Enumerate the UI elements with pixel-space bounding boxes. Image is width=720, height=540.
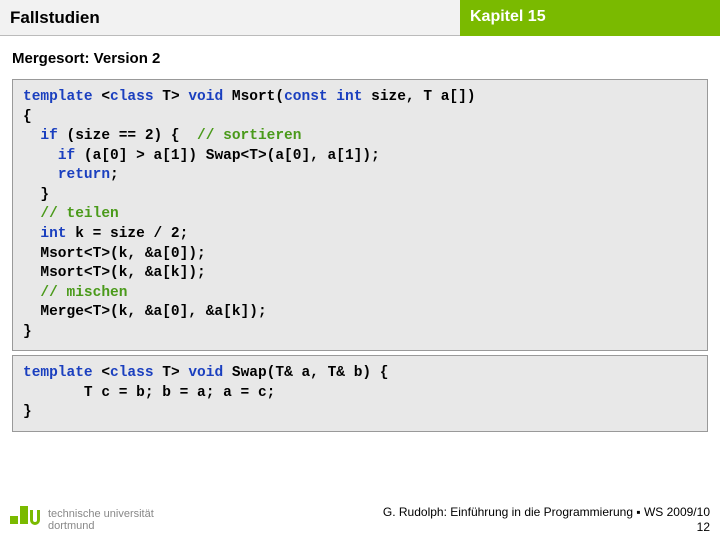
kw-if: if: [40, 128, 57, 144]
comment: // teilen: [40, 206, 118, 222]
code-text: [23, 226, 40, 242]
kw-if: if: [58, 148, 75, 164]
kw-class: class: [110, 365, 154, 381]
code-text: size, T a[]): [362, 89, 475, 105]
code-text: Merge<T>(k, &a[0], &a[k]);: [23, 304, 267, 320]
code-text: }: [23, 404, 32, 420]
page-number: 12: [383, 520, 710, 534]
uni-line1: technische universität: [48, 508, 154, 520]
kw-int: int: [40, 226, 66, 242]
subtitle: Mergesort: Version 2: [0, 36, 720, 75]
code-text: (size == 2) {: [58, 128, 197, 144]
code-text: Msort(: [223, 89, 284, 105]
code-text: k = size / 2;: [67, 226, 189, 242]
credit-line: G. Rudolph: Einführung in die Programmie…: [383, 505, 710, 519]
footer-right: G. Rudolph: Einführung in die Programmie…: [383, 505, 710, 534]
code-block-msort: template <class T> void Msort(const int …: [12, 79, 708, 351]
code-text: [23, 285, 40, 301]
code-text: (a[0] > a[1]) Swap<T>(a[0], a[1]);: [75, 148, 380, 164]
code-text: T c = b; b = a; a = c;: [23, 385, 275, 401]
code-text: [23, 206, 40, 222]
code-text: <: [93, 365, 110, 381]
code-text: <: [93, 89, 110, 105]
code-text: {: [23, 109, 32, 125]
code-text: }: [23, 324, 32, 340]
code-text: Swap(T& a, T& b) {: [223, 365, 388, 381]
kw-void: void: [188, 365, 223, 381]
code-text: [23, 128, 40, 144]
logo-text: technische universität dortmund: [48, 508, 154, 532]
code-text: [23, 148, 58, 164]
tu-logo-icon: [10, 506, 40, 534]
code-text: ;: [110, 167, 119, 183]
comment: // sortieren: [197, 128, 301, 144]
kw-void: void: [188, 89, 223, 105]
header-right: Kapitel 15: [460, 0, 720, 36]
code-text: T>: [154, 89, 189, 105]
header-bar: Fallstudien Kapitel 15: [0, 0, 720, 36]
code-text: }: [23, 187, 49, 203]
code-text: Msort<T>(k, &a[0]);: [23, 246, 206, 262]
code-text: T>: [154, 365, 189, 381]
kw-class: class: [110, 89, 154, 105]
uni-line2: dortmund: [48, 520, 154, 532]
code-text: [23, 167, 58, 183]
kw-return: return: [58, 167, 110, 183]
kw-template: template: [23, 89, 93, 105]
logo-wrap: technische universität dortmund: [10, 506, 154, 534]
kw-constint: const int: [284, 89, 362, 105]
kw-template: template: [23, 365, 93, 381]
header-left: Fallstudien: [0, 0, 460, 36]
code-block-swap: template <class T> void Swap(T& a, T& b)…: [12, 355, 708, 432]
comment: // mischen: [40, 285, 127, 301]
code-text: Msort<T>(k, &a[k]);: [23, 265, 206, 281]
footer: technische universität dortmund G. Rudol…: [0, 497, 720, 540]
